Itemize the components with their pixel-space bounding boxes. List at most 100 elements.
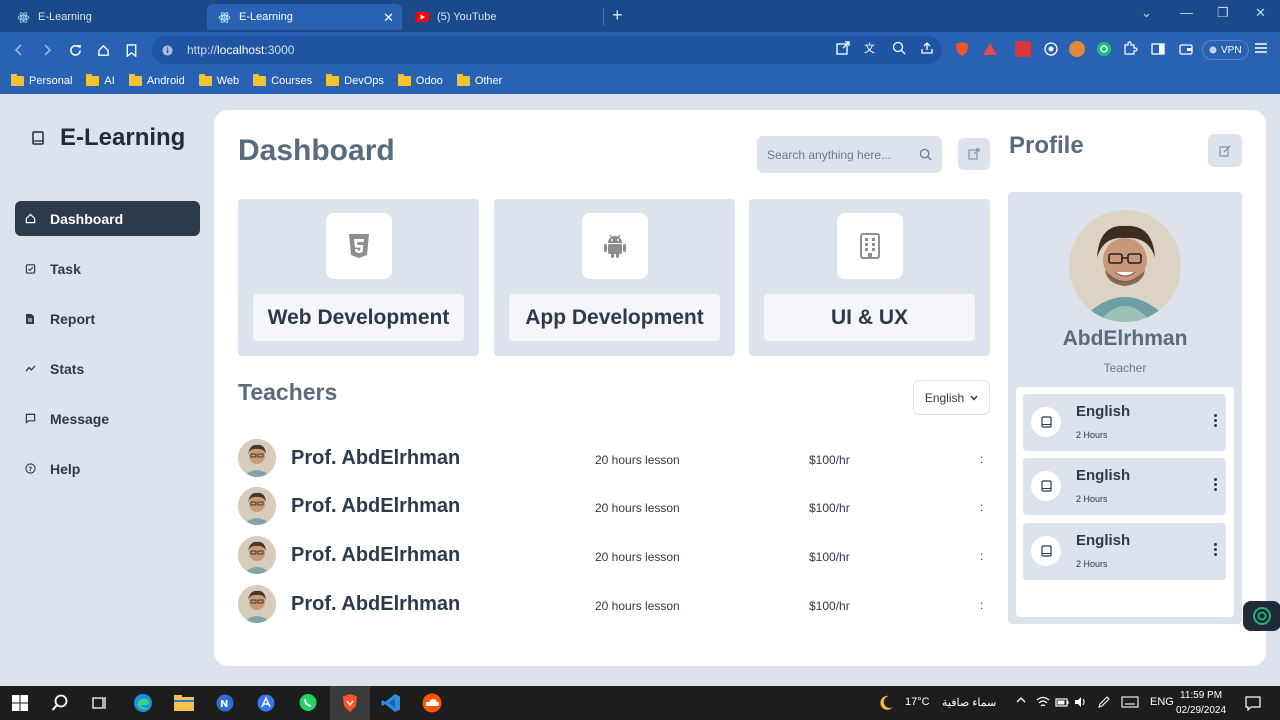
brave-shield-icon[interactable]: [954, 41, 970, 57]
edit-profile-button[interactable]: [1208, 134, 1242, 167]
sidebar-item-label: Report: [50, 310, 96, 327]
export-button[interactable]: [958, 138, 990, 170]
wallet-icon[interactable]: [1178, 41, 1194, 57]
teacher-row[interactable]: Prof. AbdElrhman 20 hours lesson $100/hr…: [238, 487, 990, 527]
bookmark-folder-courses[interactable]: Courses: [253, 74, 313, 87]
search-icon[interactable]: [919, 148, 932, 161]
share-icon[interactable]: [920, 41, 936, 57]
wifi-icon[interactable]: [1036, 695, 1050, 709]
more-options-button[interactable]: :: [980, 598, 983, 612]
whatsapp-icon[interactable]: [297, 692, 319, 714]
keyboard-icon[interactable]: [1121, 695, 1139, 709]
bookmark-folder-odoo[interactable]: Odoo: [397, 74, 443, 87]
new-tab-button[interactable]: +: [612, 5, 623, 26]
windows-start-icon[interactable]: [9, 692, 31, 714]
taskbar-clock[interactable]: 11:59 PM 02/29/2024: [1176, 688, 1226, 718]
bookmark-label: Courses: [271, 75, 313, 87]
back-button[interactable]: [10, 41, 28, 59]
windows-taskbar: N 17°C سماء صافية ENG 11:59 PM 02/29/202…: [0, 686, 1280, 720]
battery-icon[interactable]: [1055, 695, 1069, 709]
tab-elearning-2[interactable]: E-Learning ✕: [207, 4, 402, 30]
sidebar-item-stats[interactable]: Stats: [15, 351, 200, 386]
more-vertical-icon[interactable]: [1214, 414, 1218, 429]
folder-icon: [326, 74, 340, 86]
close-tab-icon[interactable]: ✕: [383, 10, 394, 26]
weather-text[interactable]: سماء صافية: [942, 696, 996, 709]
bookmark-folder-web[interactable]: Web: [198, 74, 239, 87]
weather-temp[interactable]: 17°C: [905, 696, 930, 708]
category-card-uiux[interactable]: UI & UX: [749, 199, 990, 356]
notification-icon[interactable]: [1245, 695, 1261, 711]
more-options-button[interactable]: :: [980, 500, 983, 514]
more-vertical-icon[interactable]: [1214, 543, 1218, 558]
extension-target-icon[interactable]: [1043, 41, 1059, 57]
search-icon[interactable]: [49, 692, 71, 714]
edge-icon[interactable]: [132, 692, 154, 714]
word-icon[interactable]: N: [214, 692, 236, 714]
course-item[interactable]: English 2 Hours: [1023, 523, 1226, 580]
chatgpt-extension-icon[interactable]: [1096, 41, 1112, 57]
course-name: English: [1076, 532, 1131, 549]
teacher-lessons: 20 hours lesson: [595, 550, 680, 564]
bookmark-folder-ai[interactable]: AI: [86, 74, 115, 87]
vpn-button[interactable]: VPN: [1202, 40, 1249, 60]
language-select[interactable]: English: [913, 380, 990, 415]
chart-icon: [24, 363, 36, 375]
search-input[interactable]: Search anything here...: [757, 136, 942, 173]
tab-youtube[interactable]: (5) YouTube: [405, 4, 600, 30]
bookmark-folder-other[interactable]: Other: [456, 74, 502, 87]
sidebar-item-dashboard[interactable]: Dashboard: [15, 201, 200, 236]
bookmark-folder-android[interactable]: Android: [128, 74, 185, 87]
course-item[interactable]: English 2 Hours: [1023, 458, 1226, 515]
brand-title: E-Learning: [60, 124, 186, 151]
teacher-row[interactable]: Prof. AbdElrhman 20 hours lesson $100/hr…: [238, 585, 990, 625]
sidebar-item-help[interactable]: ? Help: [15, 451, 200, 486]
minimize-button[interactable]: —: [1180, 5, 1193, 20]
input-language[interactable]: ENG: [1150, 696, 1174, 708]
reload-button[interactable]: [66, 41, 84, 59]
extension-fox-icon[interactable]: [1069, 41, 1085, 57]
chevron-up-icon[interactable]: [1015, 694, 1027, 706]
url-field[interactable]: http://localhost:3000: [152, 36, 942, 64]
category-card-web[interactable]: Web Development: [238, 199, 479, 356]
sidebar-item-report[interactable]: Report: [15, 301, 200, 336]
category-card-app[interactable]: App Development: [494, 199, 735, 356]
extension-icon[interactable]: [1015, 41, 1031, 57]
file-explorer-icon[interactable]: [173, 692, 195, 714]
more-options-button[interactable]: :: [980, 452, 983, 466]
forward-button[interactable]: [38, 41, 56, 59]
brave-rewards-icon[interactable]: [982, 41, 998, 57]
bookmark-folder-personal[interactable]: Personal: [11, 74, 72, 87]
pen-icon[interactable]: [1097, 695, 1111, 709]
vscode-icon[interactable]: [380, 692, 402, 714]
chatgpt-floating-button[interactable]: [1243, 601, 1280, 631]
sidebar-item-task[interactable]: Task: [15, 251, 200, 286]
teacher-row[interactable]: Prof. AbdElrhman 20 hours lesson $100/hr…: [238, 536, 990, 576]
close-window-button[interactable]: ✕: [1255, 5, 1266, 21]
tab-search-icon[interactable]: ⌄: [1141, 5, 1152, 21]
volume-icon[interactable]: [1074, 695, 1088, 709]
tab-elearning-1[interactable]: E-Learning: [6, 4, 204, 30]
vpn-icon: [1209, 46, 1217, 54]
task-view-icon[interactable]: [89, 692, 111, 714]
sidebar-toggle-icon[interactable]: [1150, 41, 1166, 57]
teacher-row[interactable]: Prof. AbdElrhman 20 hours lesson $100/hr…: [238, 439, 990, 479]
bookmark-button[interactable]: [122, 41, 140, 59]
zoom-icon[interactable]: [892, 41, 908, 57]
menu-icon[interactable]: [1254, 41, 1270, 57]
home-button[interactable]: [94, 41, 112, 59]
more-options-button[interactable]: :: [980, 549, 983, 563]
more-vertical-icon[interactable]: [1214, 478, 1218, 493]
extensions-puzzle-icon[interactable]: [1122, 41, 1138, 57]
maximize-button[interactable]: ❐: [1217, 5, 1229, 21]
open-in-app-icon[interactable]: [836, 41, 852, 57]
course-duration: 2 Hours: [1076, 430, 1108, 440]
translate-icon[interactable]: 文: [864, 41, 880, 57]
soundcloud-icon[interactable]: [421, 692, 443, 714]
app-store-icon[interactable]: [255, 692, 277, 714]
course-item[interactable]: English 2 Hours: [1023, 394, 1226, 451]
bookmark-folder-devops[interactable]: DevOps: [326, 74, 384, 87]
sidebar-item-message[interactable]: Message: [15, 401, 200, 436]
brave-icon[interactable]: [339, 692, 361, 714]
site-info-icon[interactable]: [162, 44, 173, 56]
